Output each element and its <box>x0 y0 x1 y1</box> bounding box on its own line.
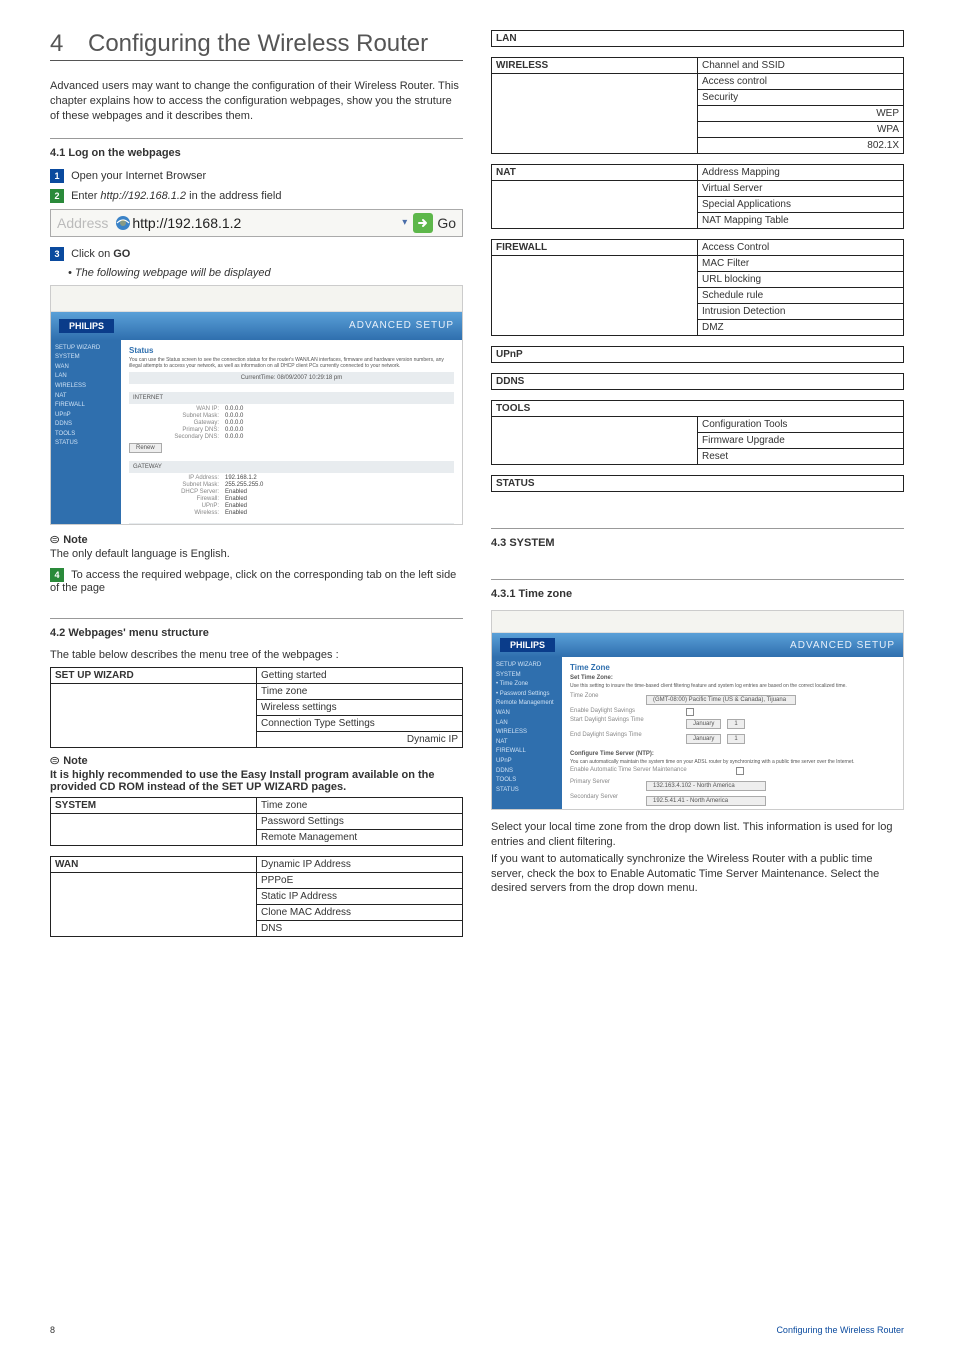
address-bar-illustration: Address http://192.168.1.2 ▾ Go <box>50 209 463 237</box>
step-3-text: Click on GO <box>71 248 130 260</box>
timezone-screenshot: PHILIPS ADVANCED SETUP SETUP WIZARD SYST… <box>491 610 904 810</box>
page-footer: 8 Configuring the Wireless Router <box>50 1325 904 1335</box>
page-number: 8 <box>50 1325 55 1335</box>
status-screenshot: PHILIPS ADVANCED SETUP SETUP WIZARD SYST… <box>50 285 463 525</box>
divider <box>491 528 904 529</box>
step-3-sub: The following webpage will be displayed <box>68 267 463 279</box>
step-badge-3: 3 <box>50 247 64 261</box>
step-1: 1 Open your Internet Browser <box>50 169 463 183</box>
nat-table: NATAddress Mapping Virtual Server Specia… <box>491 164 904 229</box>
lan-table: LAN <box>491 30 904 47</box>
chapter-heading: 4Configuring the Wireless Router <box>50 30 463 61</box>
wireless-table: WIRELESSChannel and SSID Access control … <box>491 57 904 154</box>
section-4-3-1-title: 4.3.1 Time zone <box>491 588 904 600</box>
step-badge-2: 2 <box>50 189 64 203</box>
tz-para-1: Select your local time zone from the dro… <box>491 820 904 850</box>
step-badge-1: 1 <box>50 169 64 183</box>
ddns-table: DDNS <box>491 373 904 390</box>
firewall-table: FIREWALLAccess Control MAC Filter URL bl… <box>491 239 904 336</box>
note-2-body: It is highly recommended to use the Easy… <box>50 769 463 793</box>
note-1-head: ⊜Note <box>50 533 463 546</box>
section-4-1-title: 4.1 Log on the webpages <box>50 147 463 159</box>
step-1-text: Open your Internet Browser <box>71 170 206 182</box>
divider <box>50 618 463 619</box>
footer-right: Configuring the Wireless Router <box>776 1325 904 1335</box>
step-3: 3 Click on GO <box>50 247 463 261</box>
section-4-3-title: 4.3 SYSTEM <box>491 537 904 549</box>
ss2-advanced-label: ADVANCED SETUP <box>790 640 895 651</box>
setup-wizard-table: SET UP WIZARDGetting started Time zone W… <box>50 667 463 748</box>
divider <box>50 138 463 139</box>
step-badge-4: 4 <box>50 568 64 582</box>
address-url: http://192.168.1.2 <box>132 215 396 231</box>
ss-main: Status You can use the Status screen to … <box>121 340 462 524</box>
note-2-head: ⊜Note <box>50 754 463 767</box>
address-dropdown-icon: ▾ <box>396 217 413 228</box>
status-table: STATUS <box>491 475 904 492</box>
step-2: 2 Enter http://192.168.1.2 in the addres… <box>50 189 463 203</box>
divider <box>491 579 904 580</box>
note-1-body: The only default language is English. <box>50 548 463 560</box>
chapter-number: 4 <box>50 30 88 58</box>
ss-sidebar: SETUP WIZARD SYSTEM WAN LAN WIRELESS NAT… <box>51 340 121 524</box>
go-arrow-icon <box>413 213 433 233</box>
step-4-text: To access the required webpage, click on… <box>50 569 456 594</box>
section-4-2-title: 4.2 Webpages' menu structure <box>50 627 463 639</box>
step-2-text: Enter http://192.168.1.2 in the address … <box>71 190 281 202</box>
ss2-philips-logo: PHILIPS <box>500 638 555 652</box>
go-label: Go <box>437 215 462 231</box>
wan-table: WANDynamic IP Address PPPoE Static IP Ad… <box>50 856 463 937</box>
ss-philips-logo: PHILIPS <box>59 319 114 333</box>
ss2-sidebar: SETUP WIZARD SYSTEM • Time Zone • Passwo… <box>492 657 562 809</box>
chapter-title: Configuring the Wireless Router <box>88 30 428 57</box>
ss2-main: Time Zone Set Time Zone: Use this settin… <box>562 657 903 809</box>
upnp-table: UPnP <box>491 346 904 363</box>
tz-para-2: If you want to automatically synchronize… <box>491 852 904 897</box>
address-label: Address <box>51 215 114 231</box>
ss-advanced-label: ADVANCED SETUP <box>349 320 454 331</box>
intro-paragraph: Advanced users may want to change the co… <box>50 79 463 124</box>
step-4: 4 To access the required webpage, click … <box>50 568 463 594</box>
system-table: SYSTEMTime zone Password Settings Remote… <box>50 797 463 846</box>
ie-icon <box>114 214 132 232</box>
section-4-2-lead: The table below describes the menu tree … <box>50 649 463 661</box>
tools-table: TOOLS Configuration Tools Firmware Upgra… <box>491 400 904 465</box>
